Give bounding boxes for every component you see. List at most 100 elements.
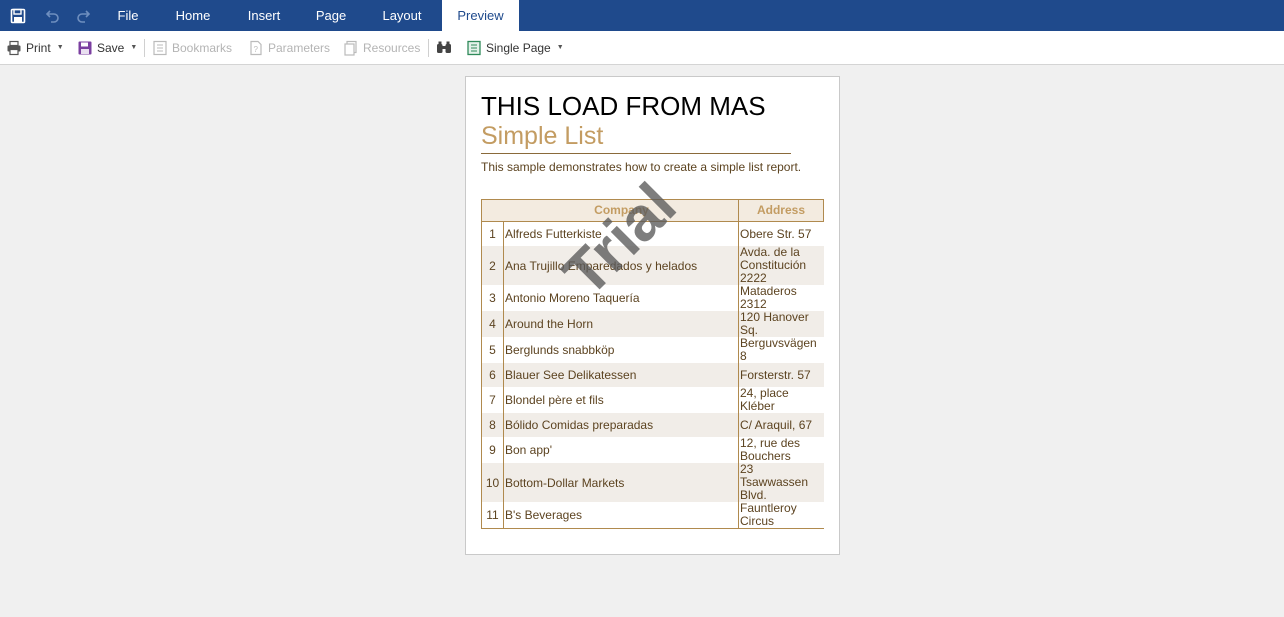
- report-page: THIS LOAD FROM MAS Simple List This samp…: [465, 76, 840, 555]
- redo-button[interactable]: [72, 0, 96, 31]
- quick-save-button[interactable]: [6, 0, 30, 31]
- company-cell: Ana Trujillo Emparedados y helados: [505, 258, 698, 273]
- tab-preview[interactable]: Preview: [442, 0, 519, 31]
- company-cell: Berglunds snabbköp: [505, 343, 615, 357]
- row-number: 8: [482, 413, 504, 437]
- view-mode-label: Single Page: [486, 40, 551, 55]
- tab-page[interactable]: Page: [305, 0, 357, 31]
- table-row: 8 Bólido Comidas preparadas C/ Araquil, 67: [482, 413, 824, 437]
- find-button[interactable]: [436, 31, 456, 64]
- parameters-label: Parameters: [268, 40, 331, 55]
- resources-icon: [343, 40, 359, 56]
- company-table: Company Address 1 Alfreds Futterkiste Ober…: [481, 199, 824, 529]
- company-cell: Bólido Comidas preparadas: [505, 418, 654, 432]
- resources-button[interactable]: Resources: [343, 31, 420, 64]
- table-header: Company Address: [481, 199, 824, 222]
- company-cell: Blondel père et fils: [505, 393, 604, 407]
- address-cell: Berguvsvägen 8: [738, 337, 824, 363]
- address-line: Forsterstr. 57: [740, 367, 811, 382]
- save-chevron-down-icon: ▼: [130, 44, 138, 51]
- address-line: Circus: [740, 514, 775, 528]
- report-description: This sample demonstrates how to create a…: [481, 160, 802, 174]
- save-button[interactable]: Save ▼: [77, 31, 137, 64]
- bookmarks-icon: [152, 40, 168, 56]
- address-line: Kléber: [740, 399, 775, 413]
- column-header-company: Company: [594, 203, 649, 217]
- undo-icon: [45, 9, 59, 23]
- report-title: THIS LOAD FROM MAS: [481, 91, 766, 121]
- row-number: 10: [482, 463, 504, 502]
- tab-insert[interactable]: Insert: [236, 0, 292, 31]
- company-cell: Blauer See Delikatessen: [505, 368, 637, 382]
- view-mode-dropdown[interactable]: Single Page ▼: [466, 31, 564, 64]
- report-subtitle: Simple List: [481, 122, 604, 150]
- address-cell: Mataderos 2312: [738, 285, 824, 311]
- row-number: 1: [482, 222, 504, 246]
- bookmarks-label: Bookmarks: [172, 40, 233, 55]
- address-cell: 24, place Kléber: [738, 387, 824, 413]
- printer-icon: [6, 40, 22, 56]
- company-cell: Around the Horn: [505, 317, 594, 331]
- svg-text:?: ?: [254, 45, 259, 54]
- table-row: 3 Antonio Moreno Taquería Mataderos 2312: [482, 285, 824, 311]
- print-button[interactable]: Print ▼: [6, 31, 64, 64]
- address-cell: C/ Araquil, 67: [738, 413, 824, 437]
- table-row: 4 Around the Horn 120 Hanover Sq.: [482, 311, 824, 337]
- row-number: 4: [482, 311, 504, 337]
- toolbar-divider: [428, 39, 429, 57]
- single-page-icon: [466, 40, 482, 56]
- menu-bar: File Home Insert Page Layout Preview: [0, 0, 1284, 31]
- company-cell: B's Beverages: [505, 508, 582, 522]
- tab-layout[interactable]: Layout: [370, 0, 434, 31]
- table-row: 9 Bon app' 12, rue des Bouchers: [482, 437, 824, 463]
- tab-home[interactable]: Home: [165, 0, 221, 31]
- row-number: 6: [482, 363, 504, 387]
- undo-button[interactable]: [40, 0, 64, 31]
- parameters-button[interactable]: ? Parameters: [248, 31, 330, 64]
- table-row: 2 Ana Trujillo Emparedados y helados Avda.…: [482, 246, 824, 285]
- address-cell: Obere Str. 57: [738, 222, 824, 246]
- address-line: 8: [740, 349, 747, 363]
- table-row: 1 Alfreds Futterkiste Obere Str. 57: [482, 222, 824, 246]
- floppy-save-icon: [77, 40, 93, 56]
- row-number: 3: [482, 285, 504, 311]
- redo-icon: [77, 9, 91, 23]
- table-body: 1 Alfreds Futterkiste Obere Str. 57 2 Ana Tr…: [481, 222, 824, 529]
- table-row: 7 Blondel père et fils 24, place Kléber: [482, 387, 824, 413]
- preview-toolbar: Print ▼ Save ▼ Bookmarks ? Parameters Re…: [0, 31, 1284, 65]
- parameters-icon: ?: [248, 40, 264, 56]
- row-number: 5: [482, 337, 504, 363]
- column-header-address: Address: [738, 200, 823, 221]
- binoculars-icon: [436, 40, 452, 56]
- table-row: 6 Blauer See Delikatessen Forsterstr. 57: [482, 363, 824, 387]
- address-cell: Fauntleroy Circus: [738, 502, 824, 528]
- bookmarks-button[interactable]: Bookmarks: [152, 31, 232, 64]
- address-line: Obere Str. 57: [740, 226, 812, 241]
- company-cell: Bon app': [505, 443, 552, 457]
- address-cell: Avda. de la Constitución 2222: [738, 246, 824, 285]
- table-row: 10 Bottom-Dollar Markets 23 Tsawwassen Blvd.: [482, 463, 824, 502]
- address-cell: 120 Hanover Sq.: [738, 311, 824, 337]
- resources-label: Resources: [363, 40, 421, 55]
- address-cell: Forsterstr. 57: [738, 363, 824, 387]
- view-mode-chevron-down-icon: ▼: [556, 44, 564, 51]
- address-cell: 23 Tsawwassen Blvd.: [738, 463, 824, 502]
- save-icon: [10, 8, 26, 23]
- address-cell: 12, rue des Bouchers: [738, 437, 824, 463]
- company-cell: Bottom-Dollar Markets: [505, 475, 625, 490]
- row-number: 2: [482, 246, 504, 285]
- print-label: Print: [26, 40, 51, 55]
- row-number: 7: [482, 387, 504, 413]
- table-row: 5 Berglunds snabbköp Berguvsvägen 8: [482, 337, 824, 363]
- row-number: 11: [482, 502, 504, 528]
- tab-file[interactable]: File: [104, 0, 152, 31]
- toolbar-divider: [144, 39, 145, 57]
- table-row: 11 B's Beverages Fauntleroy Circus: [482, 502, 824, 528]
- title-divider: [481, 153, 791, 154]
- company-cell: Alfreds Futterkiste: [505, 227, 602, 241]
- company-cell: Antonio Moreno Taquería: [505, 291, 640, 305]
- print-chevron-down-icon: ▼: [56, 44, 64, 51]
- save-label: Save: [97, 40, 125, 55]
- row-number: 9: [482, 437, 504, 463]
- address-line: C/ Araquil, 67: [740, 417, 813, 432]
